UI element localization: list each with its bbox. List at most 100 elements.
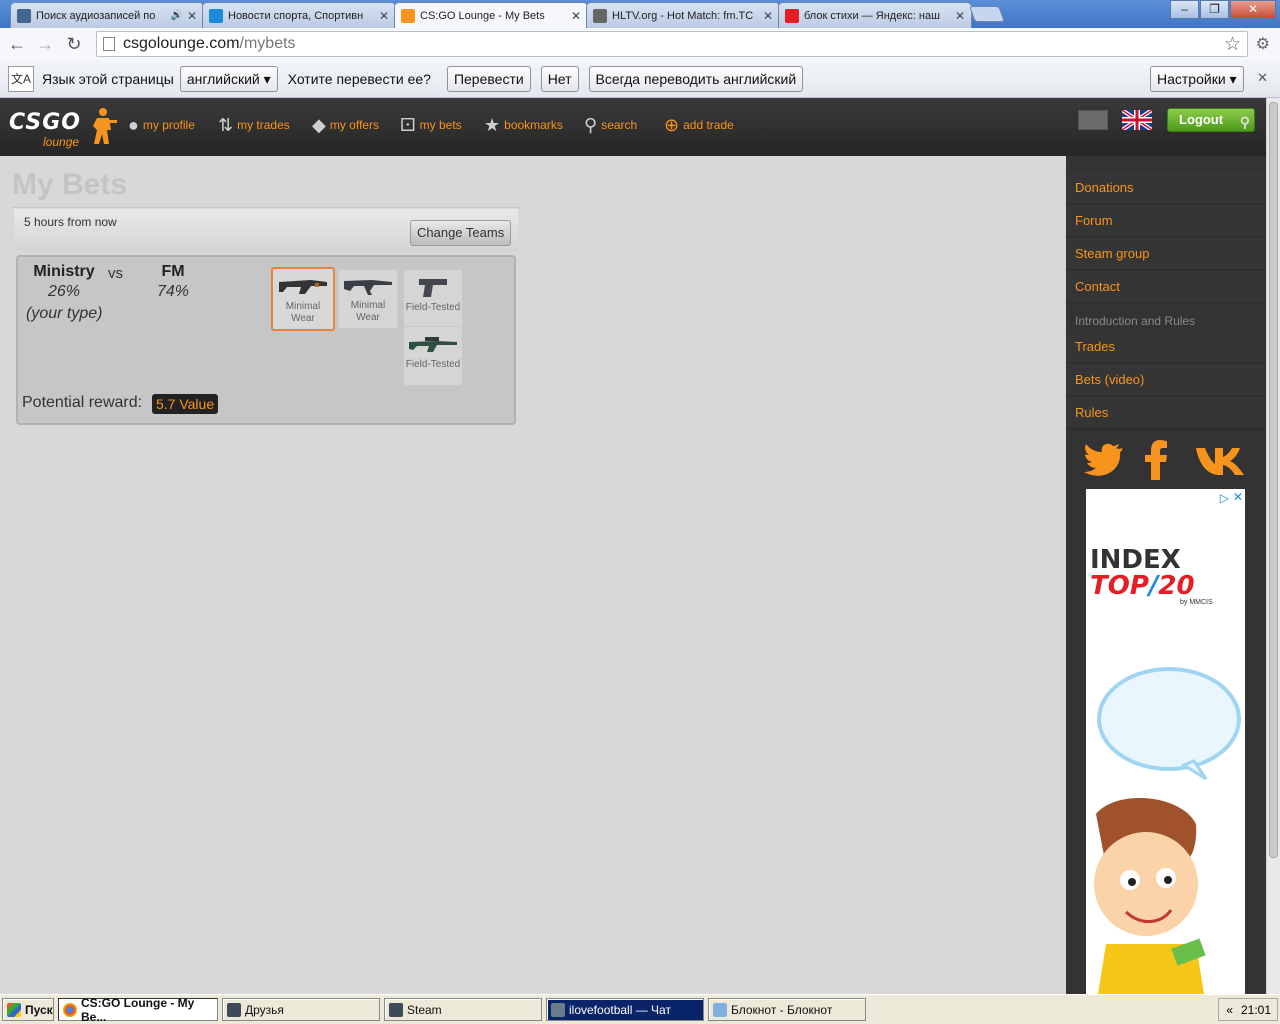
tab-close-icon[interactable]: ✕ <box>571 9 581 23</box>
sidebar-link-donations[interactable]: Donations <box>1066 172 1266 204</box>
wrench-icon[interactable]: ⚙ <box>1256 34 1270 54</box>
ad-brand: by MMCIS <box>1180 599 1213 606</box>
sidebar-link-trades[interactable]: Trades <box>1066 331 1266 363</box>
browser-tab-audio-search[interactable]: Поиск аудиозаписей по 🔊 ✕ <box>10 2 204 28</box>
team-ministry[interactable]: Ministry 26% <box>32 263 96 301</box>
language-value: английский <box>186 70 260 87</box>
team-percentage: 26% <box>47 283 81 300</box>
nav-search[interactable]: ⚲ search <box>584 112 637 138</box>
sidebar-link-forum[interactable]: Forum <box>1066 205 1266 237</box>
language-flag-empty[interactable] <box>1078 110 1108 130</box>
tab-close-icon[interactable]: ✕ <box>763 9 773 23</box>
taskbar-item-friends[interactable]: Друзья <box>222 998 380 1021</box>
taskbar-item-chat[interactable]: ilovefootball — Чат <box>546 998 704 1021</box>
advertisement-banner[interactable]: ▷ ✕ INDEX TOP/20 by MMCIS <box>1086 489 1245 994</box>
no-translate-button[interactable]: Нет <box>540 65 579 92</box>
translate-settings-button[interactable]: Настройки ▾ <box>1150 66 1244 92</box>
sniper-rifle-icon <box>409 337 457 352</box>
minimize-icon[interactable]: – <box>1170 0 1199 19</box>
nav-add-trade[interactable]: ⊕ add trade <box>664 112 734 138</box>
tab-title: Новости спорта, Спортивн <box>228 9 364 22</box>
team-name: FM <box>161 263 185 280</box>
tab-title: CS:GO Lounge - My Bets <box>420 10 545 22</box>
soldier-icon <box>93 108 117 144</box>
tray-expand-icon[interactable]: « <box>1226 1003 1233 1017</box>
browser-toolbar: ← → ↻ csgolounge.com/mybets ☆ ⚙ <box>0 28 1280 60</box>
nav-my-offers[interactable]: ◆ my offers <box>312 112 379 138</box>
yandex-favicon-icon <box>785 8 799 23</box>
window-close-icon[interactable]: ✕ <box>1230 0 1276 19</box>
sidebar-link-rules[interactable]: Rules <box>1066 397 1266 429</box>
tab-close-icon[interactable]: ✕ <box>955 9 965 23</box>
scrollbar-thumb[interactable] <box>1269 102 1278 858</box>
bet-item-3[interactable]: Field-Tested <box>403 269 463 329</box>
your-type-label: (your type) <box>26 305 103 322</box>
translate-icon: 文A <box>8 65 34 92</box>
system-tray: « 21:01 <box>1218 998 1278 1021</box>
adchoices-icon[interactable]: ▷ <box>1220 491 1229 505</box>
translate-close-icon[interactable]: ✕ <box>1257 70 1268 86</box>
maximize-icon[interactable]: ❐ <box>1200 0 1229 19</box>
tab-title: блок стихи — Яндекс: наш <box>804 9 940 22</box>
sidebar-link-bets-video[interactable]: Bets (video) <box>1066 364 1266 396</box>
language-dropdown[interactable]: английский ▾ <box>179 65 278 92</box>
csgolounge-logo[interactable]: CSGO lounge <box>9 108 119 150</box>
bet-item-2[interactable]: Minimal Wear <box>338 269 398 329</box>
match-time: 5 hours from now <box>24 215 117 229</box>
browser-tab-yandex[interactable]: блок стихи — Яндекс: наш ✕ <box>778 2 972 28</box>
always-translate-button[interactable]: Всегда переводить английский <box>588 65 804 92</box>
item-condition: Wear <box>291 313 315 324</box>
logo-subtext: lounge <box>43 135 80 149</box>
address-bar[interactable]: csgolounge.com/mybets ☆ <box>96 31 1248 57</box>
nav-bookmarks[interactable]: ★ bookmarks <box>484 112 563 138</box>
taskbar-item-chrome[interactable]: CS:GO Lounge - My Be... <box>58 996 218 1024</box>
pistol-icon <box>419 279 447 297</box>
page-scrollbar[interactable] <box>1266 98 1280 994</box>
page-title: My Bets <box>12 168 128 201</box>
facebook-icon[interactable] <box>1142 440 1172 480</box>
team-fm[interactable]: FM 74% <box>148 263 198 301</box>
nav-my-trades[interactable]: ⇅ my trades <box>218 112 290 138</box>
dice-icon: ⚀ <box>400 114 416 135</box>
settings-label: Настройки <box>1157 71 1226 87</box>
cartoon-boy-icon <box>1094 797 1206 994</box>
forward-arrow-icon[interactable]: → <box>34 34 56 54</box>
back-arrow-icon[interactable]: ← <box>6 34 28 54</box>
sidebar-link-contact[interactable]: Contact <box>1066 271 1266 303</box>
new-tab-button[interactable] <box>969 6 1005 22</box>
reload-icon[interactable]: ↻ <box>63 34 85 54</box>
hltv-favicon-icon <box>593 8 607 23</box>
bet-card: Ministry 26% vs (your type) FM 74% Minim… <box>16 255 516 425</box>
uk-flag-icon[interactable] <box>1122 110 1152 130</box>
bet-item-1[interactable]: Minimal Wear <box>271 267 335 331</box>
search-icon: ⚲ <box>584 114 598 135</box>
nav-label: bookmarks <box>504 118 563 132</box>
logout-label: Logout <box>1179 112 1224 127</box>
window-controls: – ❐ ✕ <box>1169 0 1276 19</box>
sidebar-link-steam-group[interactable]: Steam group <box>1066 238 1266 270</box>
bet-item-4[interactable]: Field-Tested <box>403 326 463 386</box>
tab-close-icon[interactable]: ✕ <box>379 9 389 23</box>
nav-my-bets[interactable]: ⚀ my bets <box>400 112 462 138</box>
sports-favicon-icon <box>209 8 223 23</box>
change-teams-button[interactable]: Change Teams <box>410 220 512 246</box>
vk-icon[interactable] <box>1194 446 1246 476</box>
ad-close-icon[interactable]: ✕ <box>1233 490 1243 504</box>
browser-tab-csgolounge[interactable]: CS:GO Lounge - My Bets ✕ <box>394 2 588 29</box>
translate-button[interactable]: Перевести <box>446 65 531 92</box>
taskbar-item-steam[interactable]: Steam <box>384 998 542 1021</box>
item-condition: Wear <box>356 312 380 323</box>
csgolounge-favicon-icon <box>401 9 415 23</box>
browser-tab-sports-news[interactable]: Новости спорта, Спортивн ✕ <box>202 2 396 28</box>
nav-my-profile[interactable]: ● my profile <box>128 112 195 138</box>
nav-label: my offers <box>329 118 379 132</box>
twitter-icon[interactable] <box>1084 442 1124 478</box>
page-icon <box>103 37 115 51</box>
taskbar-item-notepad[interactable]: Блокнот - Блокнот <box>708 998 866 1021</box>
browser-tab-hltv[interactable]: HLTV.org - Hot Match: fm.TC ✕ <box>586 2 780 28</box>
bookmark-star-icon[interactable]: ☆ <box>1224 33 1241 56</box>
start-button[interactable]: Пуск <box>2 998 54 1021</box>
tab-close-icon[interactable]: ✕ <box>187 9 197 23</box>
logout-button[interactable]: Logout ⚲ <box>1167 108 1255 132</box>
translate-question: Хотите перевести ее? <box>287 70 431 87</box>
